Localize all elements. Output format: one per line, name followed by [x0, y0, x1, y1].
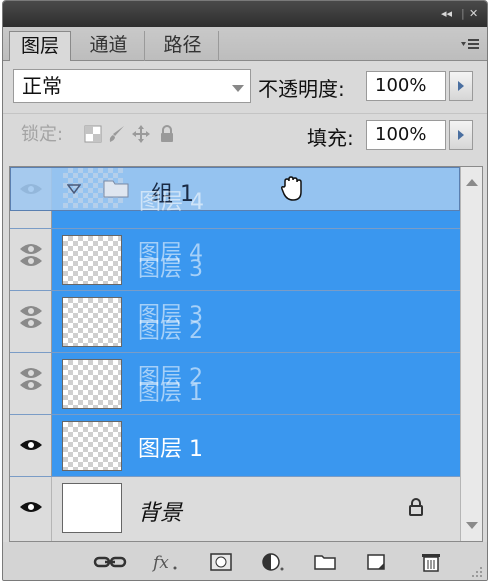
eye-icon	[20, 380, 42, 390]
fill-input[interactable]: 100%	[366, 120, 446, 150]
scroll-up-icon[interactable]	[466, 179, 478, 186]
blend-row: 正常 不透明度: 100%	[3, 61, 487, 113]
panel-titlebar: ◂◂ | ✕	[3, 1, 487, 27]
layer-name: 背景	[138, 501, 183, 526]
titlebar-divider: |	[461, 7, 465, 20]
lock-row: 锁定: 填充: 100%	[3, 113, 487, 157]
panel-bottom-toolbar: fx	[3, 542, 487, 580]
chevron-down-icon	[232, 85, 244, 92]
link-icon[interactable]	[93, 552, 127, 572]
layer-name-ghost: 图层 3	[138, 257, 203, 282]
lock-position-icon[interactable]	[131, 124, 151, 144]
lock-transparent-icon[interactable]	[83, 124, 103, 144]
blend-mode-value: 正常	[22, 74, 62, 98]
layer-row[interactable]: 图层 4 图层 3	[10, 229, 460, 291]
mask-icon[interactable]	[209, 552, 233, 572]
tab-channels[interactable]: 通道	[73, 31, 145, 61]
opacity-input[interactable]: 100%	[366, 71, 446, 101]
visibility-toggle[interactable]	[10, 415, 52, 476]
disclosure-triangle-icon[interactable]	[67, 184, 81, 194]
tab-paths[interactable]: 路径	[147, 31, 219, 61]
visibility-toggle[interactable]	[10, 291, 52, 352]
panel-tabs: 图层 通道 路径	[3, 27, 487, 61]
lock-label: 锁定:	[21, 124, 64, 145]
lock-all-icon[interactable]	[157, 124, 177, 144]
layer-name-ghost: 图层 2	[138, 319, 203, 344]
layers-list: 组 1 图层 4 图层 4 图层 3 图层 3 图层 2 图层 2 图层 1 图…	[9, 166, 483, 542]
lock-icon	[409, 498, 423, 516]
visibility-toggle[interactable]	[10, 229, 52, 290]
layer-row[interactable]: 图层 1	[10, 415, 460, 477]
layer-name-ghost: 图层 1	[138, 381, 203, 406]
eye-icon	[20, 502, 42, 512]
lock-paint-icon[interactable]	[107, 124, 127, 144]
resize-grip-icon[interactable]	[469, 564, 483, 578]
opacity-slider-button[interactable]	[449, 71, 473, 101]
collapse-button[interactable]: ◂◂	[441, 7, 452, 21]
opacity-label: 不透明度:	[258, 77, 345, 101]
drag-ghost-label: 图层 4	[139, 190, 204, 215]
layer-row[interactable]: 图层 2 图层 1	[10, 353, 460, 415]
adjustment-icon[interactable]	[261, 552, 285, 572]
folder-icon	[103, 180, 129, 198]
visibility-toggle[interactable]	[10, 353, 52, 414]
layer-thumbnail	[62, 483, 122, 533]
tab-layers[interactable]: 图层	[9, 31, 71, 61]
layer-row-group[interactable]: 组 1 图层 4	[10, 167, 460, 229]
layer-thumbnail	[62, 235, 122, 285]
trash-icon[interactable]	[419, 552, 443, 572]
eye-icon	[20, 256, 42, 266]
layer-name: 图层 1	[138, 437, 203, 462]
svg-text:fx: fx	[151, 553, 169, 572]
panel-menu-icon[interactable]	[461, 37, 479, 51]
eye-icon	[20, 318, 42, 328]
close-button[interactable]: ✕	[469, 7, 478, 21]
layer-row-background[interactable]: 背景	[10, 477, 460, 541]
new-layer-icon[interactable]	[365, 552, 389, 572]
layer-thumbnail	[62, 421, 122, 471]
layers-panel: ◂◂ | ✕ 图层 通道 路径 正常 不透明度: 100% 锁定: 填充: 10…	[2, 0, 488, 581]
grab-hand-cursor-icon	[281, 176, 302, 201]
fx-icon[interactable]: fx	[151, 552, 179, 572]
layer-thumbnail	[62, 297, 122, 347]
eye-icon	[20, 440, 42, 450]
scroll-down-icon[interactable]	[466, 522, 478, 529]
layers-scrollbar[interactable]	[460, 167, 482, 541]
blend-mode-select[interactable]: 正常	[13, 69, 251, 103]
visibility-toggle[interactable]	[10, 477, 52, 541]
fill-label: 填充:	[307, 126, 354, 150]
group-drop-highlight: 组 1 图层 4	[10, 167, 460, 215]
layer-row[interactable]: 图层 3 图层 2	[10, 291, 460, 353]
layer-thumbnail	[62, 359, 122, 409]
folder-icon[interactable]	[313, 552, 337, 572]
fill-slider-button[interactable]	[449, 120, 473, 150]
